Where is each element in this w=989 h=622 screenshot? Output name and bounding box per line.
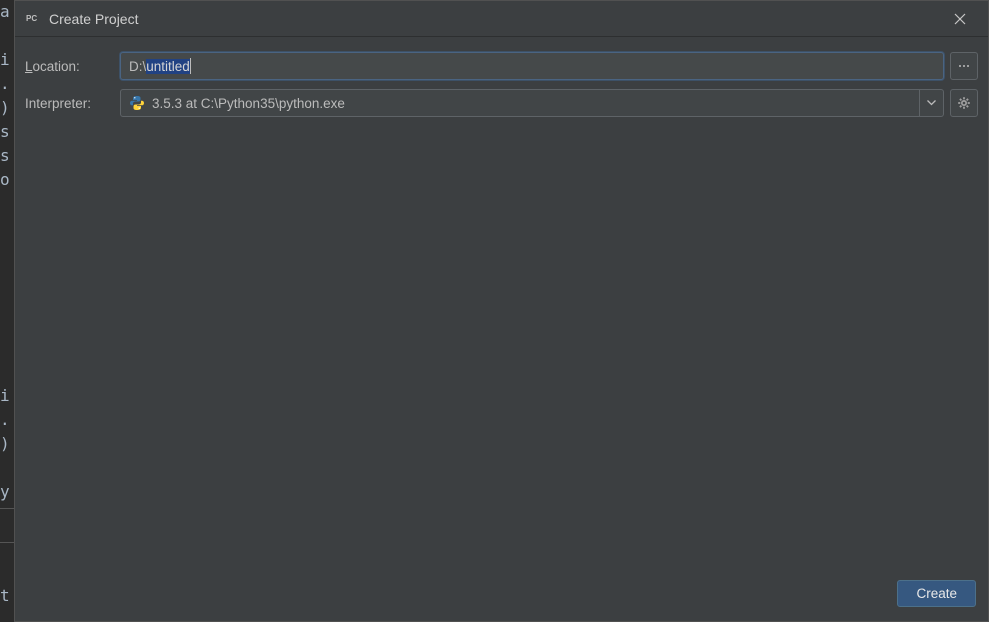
interpreter-settings-button[interactable] <box>950 89 978 117</box>
ellipsis-icon <box>957 61 971 71</box>
dropdown-arrow-button[interactable] <box>919 90 943 116</box>
interpreter-label: Interpreter: <box>25 96 120 111</box>
location-input-prefix: D:\ <box>129 59 146 74</box>
interpreter-row: Interpreter: 3.5.3 at C:\Python35\python… <box>25 89 978 117</box>
background-editor-gutter: a i.)sso i.) y <box>0 0 14 622</box>
background-editor-gutter-lower: t <box>0 560 14 620</box>
interpreter-dropdown[interactable]: 3.5.3 at C:\Python35\python.exe <box>120 89 944 117</box>
title-bar: PC Create Project <box>15 1 988 37</box>
dialog-footer: Create <box>15 565 988 621</box>
bg-separator <box>0 508 14 509</box>
svg-text:PC: PC <box>26 14 37 23</box>
app-icon: PC <box>25 11 41 27</box>
close-icon <box>954 13 966 25</box>
dialog-content: Location: D:\untitled Interpreter: <box>15 37 988 565</box>
create-project-dialog: PC Create Project Location: D:\untitled <box>14 0 989 622</box>
location-input[interactable]: D:\untitled <box>120 52 944 80</box>
dialog-title: Create Project <box>49 11 940 27</box>
location-label: Location: <box>25 59 120 74</box>
python-icon <box>129 95 145 111</box>
bg-separator <box>0 542 14 543</box>
interpreter-value: 3.5.3 at C:\Python35\python.exe <box>152 96 912 111</box>
text-caret <box>190 58 191 74</box>
location-input-selected: untitled <box>146 59 190 74</box>
browse-location-button[interactable] <box>950 52 978 80</box>
create-button[interactable]: Create <box>897 580 976 607</box>
close-button[interactable] <box>940 1 980 37</box>
gear-icon <box>956 95 972 111</box>
location-row: Location: D:\untitled <box>25 52 978 80</box>
chevron-down-icon <box>927 100 936 106</box>
